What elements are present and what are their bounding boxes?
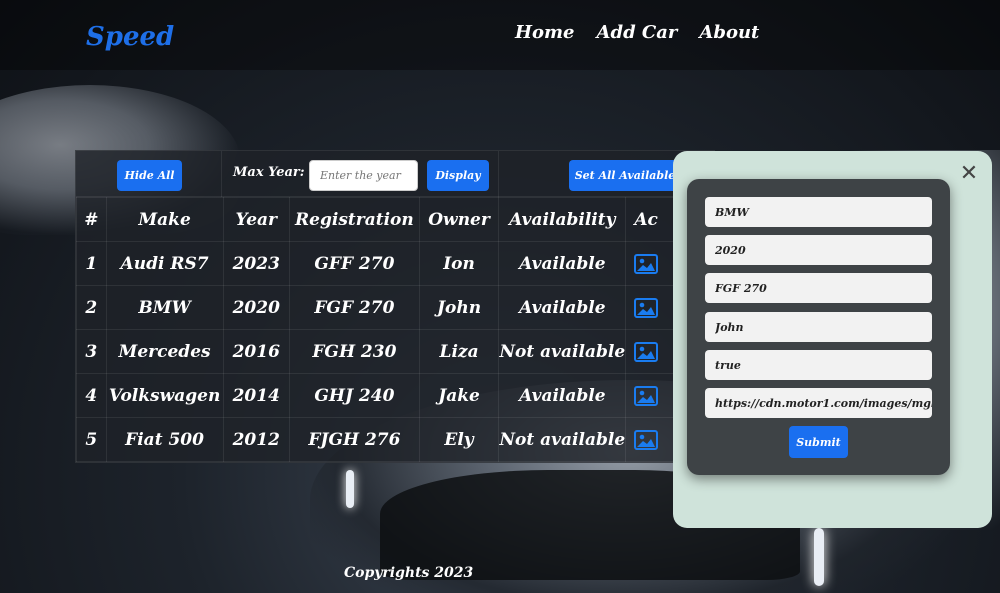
cell-registration: FGF 270 bbox=[289, 285, 420, 330]
table-header-row: # Make Year Registration Owner Availabil… bbox=[76, 197, 714, 242]
header-registration: Registration bbox=[289, 197, 420, 242]
cell-year: 2014 bbox=[222, 373, 291, 418]
cell-availability: Available bbox=[498, 241, 627, 286]
image-icon[interactable] bbox=[634, 385, 659, 406]
cell-registration: FGH 230 bbox=[289, 329, 420, 374]
cell-make: BMW bbox=[105, 285, 224, 330]
display-button[interactable]: Display bbox=[427, 160, 489, 191]
divider bbox=[221, 151, 222, 197]
cell-owner: Ion bbox=[418, 241, 500, 286]
edit-car-form: Submit bbox=[687, 179, 950, 475]
main-nav: Home Add Car About bbox=[515, 22, 759, 43]
cell-number: 1 bbox=[76, 241, 107, 286]
header-make: Make bbox=[105, 197, 224, 242]
cell-year: 2023 bbox=[222, 241, 291, 286]
table-row: 5 Fiat 500 2012 FJGH 276 Ely Not availab… bbox=[76, 417, 714, 462]
cell-owner: Ely bbox=[418, 417, 500, 462]
image-icon[interactable] bbox=[634, 341, 659, 362]
table-row: 2 BMW 2020 FGF 270 John Available bbox=[76, 285, 714, 330]
cell-owner: Liza bbox=[418, 329, 500, 374]
cell-number: 2 bbox=[76, 285, 107, 330]
owner-field[interactable] bbox=[705, 312, 932, 342]
cell-availability: Available bbox=[498, 285, 627, 330]
image-icon[interactable] bbox=[634, 253, 659, 274]
brand-logo[interactable]: Speed bbox=[86, 22, 174, 52]
edit-car-modal: ✕ Submit bbox=[673, 151, 992, 528]
table-row: 4 Volkswagen 2014 GHJ 240 Jake Available bbox=[76, 373, 714, 418]
cell-owner: John bbox=[418, 285, 500, 330]
cell-make: Audi RS7 bbox=[105, 241, 224, 286]
table-row: 1 Audi RS7 2023 GFF 270 Ion Available bbox=[76, 241, 714, 286]
year-input[interactable] bbox=[309, 160, 418, 191]
nav-home[interactable]: Home bbox=[515, 22, 575, 43]
header-year: Year bbox=[222, 197, 291, 242]
header-owner: Owner bbox=[418, 197, 500, 242]
cell-make: Fiat 500 bbox=[105, 417, 224, 462]
cell-availability: Not available bbox=[498, 417, 627, 462]
header-availability: Availability bbox=[498, 197, 627, 242]
footer-copyright: Copyrights 2023 bbox=[344, 565, 474, 581]
max-year-label: Max Year: bbox=[233, 165, 305, 180]
make-field[interactable] bbox=[705, 197, 932, 227]
cell-number: 3 bbox=[76, 329, 107, 374]
image-icon[interactable] bbox=[634, 429, 659, 450]
cell-make: Mercedes bbox=[105, 329, 224, 374]
cell-availability: Not available bbox=[498, 329, 627, 374]
cell-availability: Available bbox=[498, 373, 627, 418]
year-field[interactable] bbox=[705, 235, 932, 265]
cell-number: 4 bbox=[76, 373, 107, 418]
cell-make: Volkswagen bbox=[105, 373, 224, 418]
cars-table: # Make Year Registration Owner Availabil… bbox=[76, 197, 714, 462]
cell-number: 5 bbox=[76, 417, 107, 462]
availability-field[interactable] bbox=[705, 350, 932, 380]
cell-year: 2016 bbox=[222, 329, 291, 374]
hide-all-button[interactable]: Hide All bbox=[117, 160, 182, 191]
image-icon[interactable] bbox=[634, 297, 659, 318]
set-all-available-button[interactable]: Set All Available bbox=[569, 160, 681, 191]
cell-registration: GFF 270 bbox=[289, 241, 420, 286]
registration-field[interactable] bbox=[705, 273, 932, 303]
cell-owner: Jake bbox=[418, 373, 500, 418]
header-number: # bbox=[76, 197, 107, 242]
image-url-field[interactable] bbox=[705, 388, 932, 418]
cell-registration: FJGH 276 bbox=[289, 417, 420, 462]
cars-panel: Hide All Max Year: Display Set All Avail… bbox=[75, 150, 716, 463]
submit-button[interactable]: Submit bbox=[789, 426, 848, 458]
divider bbox=[498, 151, 499, 197]
cell-registration: GHJ 240 bbox=[289, 373, 420, 418]
close-icon[interactable]: ✕ bbox=[958, 163, 980, 185]
cell-year: 2012 bbox=[222, 417, 291, 462]
nav-about[interactable]: About bbox=[699, 22, 759, 43]
table-controls: Hide All Max Year: Display Set All Avail… bbox=[76, 151, 716, 197]
nav-add-car[interactable]: Add Car bbox=[597, 22, 678, 43]
cell-year: 2020 bbox=[222, 285, 291, 330]
table-row: 3 Mercedes 2016 FGH 230 Liza Not availab… bbox=[76, 329, 714, 374]
